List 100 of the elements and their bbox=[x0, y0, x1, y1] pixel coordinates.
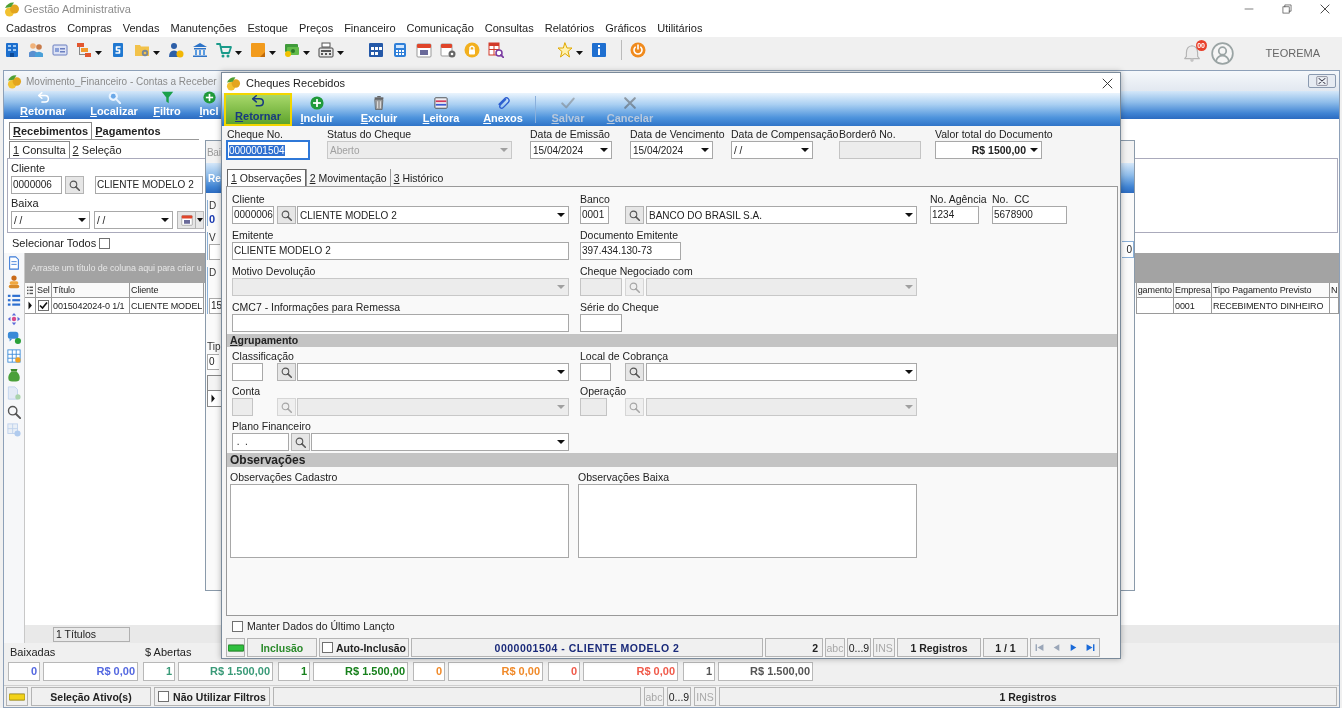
input-field[interactable]: 15 bbox=[209, 298, 221, 314]
input-field[interactable] bbox=[580, 314, 622, 332]
menu-item[interactable]: Financeiro bbox=[344, 21, 396, 34]
menu-item[interactable]: Cadastros bbox=[6, 21, 57, 34]
skip-to-end-icon[interactable] bbox=[1086, 643, 1095, 652]
calculator-icon[interactable] bbox=[392, 42, 408, 58]
menu-item[interactable]: Preços bbox=[298, 21, 334, 34]
caret-icon[interactable] bbox=[153, 51, 160, 55]
input-field[interactable]: 0000001504 bbox=[227, 141, 309, 159]
input-field[interactable]: 0001 bbox=[580, 206, 609, 224]
cash-register-icon[interactable] bbox=[318, 42, 334, 58]
document-icon[interactable] bbox=[110, 42, 126, 58]
document-icon[interactable] bbox=[7, 256, 21, 270]
column-header[interactable] bbox=[208, 376, 222, 391]
input-field[interactable]: 1234 bbox=[930, 206, 979, 224]
toolbar-button[interactable]: Localizar bbox=[86, 91, 142, 119]
money-icon[interactable] bbox=[284, 42, 300, 58]
input-field[interactable] bbox=[232, 314, 569, 332]
input-field[interactable]: 0 bbox=[1122, 241, 1134, 258]
calendar-button[interactable] bbox=[177, 211, 196, 229]
menu-item[interactable]: Comunicação bbox=[406, 21, 474, 34]
dropdown[interactable]: R$ 1500,00 bbox=[935, 141, 1042, 159]
calendar-gear-icon[interactable] bbox=[440, 42, 456, 58]
search-icon[interactable] bbox=[7, 404, 21, 419]
caret-icon[interactable] bbox=[303, 51, 310, 55]
text-area[interactable] bbox=[230, 484, 569, 558]
user-icon[interactable] bbox=[1210, 41, 1234, 65]
column-chooser-icon[interactable] bbox=[26, 285, 34, 295]
menu-item[interactable]: Compras bbox=[67, 21, 112, 34]
star-icon[interactable] bbox=[557, 42, 573, 58]
toolbar-button[interactable]: Retornar bbox=[224, 93, 292, 126]
checkbox[interactable] bbox=[232, 620, 243, 632]
input-field[interactable]: 0 bbox=[207, 354, 219, 370]
id-card-icon[interactable] bbox=[52, 42, 68, 58]
restore-icon[interactable] bbox=[1282, 4, 1292, 14]
tab[interactable]: 1 Consulta bbox=[9, 141, 70, 158]
menu-item[interactable]: Utilitários bbox=[657, 21, 703, 34]
close-icon[interactable] bbox=[1320, 4, 1330, 14]
text-area[interactable] bbox=[578, 484, 917, 558]
checkbox[interactable] bbox=[99, 237, 111, 249]
search-button[interactable] bbox=[291, 433, 310, 451]
menu-item[interactable]: Vendas bbox=[122, 21, 160, 34]
input-field[interactable] bbox=[580, 363, 611, 381]
person-icon[interactable] bbox=[168, 42, 184, 58]
dropdown[interactable]: / / bbox=[94, 211, 173, 229]
dropdown[interactable]: / / bbox=[11, 211, 90, 229]
people-icon[interactable] bbox=[28, 42, 44, 58]
input-field[interactable]: . . bbox=[232, 433, 289, 451]
money-bag-icon[interactable] bbox=[7, 367, 21, 382]
input-field[interactable] bbox=[232, 363, 263, 381]
input-field[interactable]: CLIENTE MODELO 2 bbox=[95, 176, 203, 194]
dropdown[interactable] bbox=[297, 363, 569, 381]
search-button[interactable] bbox=[625, 363, 644, 381]
dropdown[interactable] bbox=[646, 363, 917, 381]
close-button[interactable] bbox=[1308, 74, 1336, 88]
calendar-grid-icon[interactable] bbox=[368, 42, 384, 58]
checkbox[interactable] bbox=[322, 642, 333, 653]
caret-icon[interactable] bbox=[576, 51, 583, 55]
input-field[interactable]: 397.434.130-73 bbox=[580, 242, 681, 260]
move-icon[interactable] bbox=[7, 311, 21, 326]
search-button[interactable] bbox=[277, 363, 296, 381]
menu-item[interactable]: Consultas bbox=[484, 21, 534, 34]
list-icon[interactable] bbox=[7, 293, 21, 308]
dropdown[interactable]: / / bbox=[731, 141, 813, 159]
dropdown[interactable]: 15/04/2024 bbox=[630, 141, 713, 159]
input-field[interactable] bbox=[209, 244, 220, 260]
caret-icon[interactable] bbox=[235, 51, 242, 55]
dropdown[interactable]: 15/04/2024 bbox=[530, 141, 612, 159]
tab[interactable]: Recebimentos bbox=[9, 122, 93, 139]
menu-item[interactable]: Gráficos bbox=[605, 21, 647, 34]
checkbox[interactable] bbox=[38, 300, 49, 311]
bank-icon[interactable] bbox=[192, 42, 208, 58]
menu-item[interactable]: Relatórios bbox=[544, 21, 595, 34]
menu-item[interactable]: Manutenções bbox=[170, 21, 237, 34]
menu-item[interactable]: Estoque bbox=[247, 21, 288, 34]
caret-icon[interactable] bbox=[269, 51, 276, 55]
close-icon[interactable] bbox=[1102, 77, 1113, 89]
search-button[interactable] bbox=[625, 206, 644, 224]
dropdown[interactable] bbox=[311, 433, 569, 451]
input-field[interactable]: CLIENTE MODELO 2 bbox=[232, 242, 569, 260]
tab[interactable]: 2 Seleção bbox=[69, 141, 125, 158]
chat-plus-icon[interactable] bbox=[7, 330, 21, 345]
dropdown[interactable]: CLIENTE MODELO 2 bbox=[297, 206, 569, 224]
tab[interactable]: 1 Observações bbox=[227, 169, 306, 186]
caret-icon[interactable] bbox=[337, 51, 344, 55]
input-field[interactable]: 5678900 bbox=[992, 206, 1067, 224]
dropdown[interactable]: BANCO DO BRASIL S.A. bbox=[646, 206, 917, 224]
grid-icon[interactable] bbox=[7, 348, 21, 363]
input-field[interactable]: 0000006 bbox=[232, 206, 274, 224]
tab[interactable]: Pagamentos bbox=[92, 122, 164, 139]
search-button[interactable] bbox=[277, 206, 296, 224]
calendar-icon[interactable] bbox=[416, 42, 432, 58]
dropdown-button[interactable] bbox=[196, 211, 204, 229]
lock-icon[interactable] bbox=[464, 42, 480, 58]
table-search-icon[interactable] bbox=[488, 42, 504, 58]
info-icon[interactable] bbox=[591, 42, 607, 58]
power-icon[interactable] bbox=[630, 42, 646, 58]
building-icon[interactable] bbox=[4, 42, 20, 58]
coins-icon[interactable] bbox=[7, 274, 21, 289]
checkbox[interactable] bbox=[158, 691, 170, 702]
